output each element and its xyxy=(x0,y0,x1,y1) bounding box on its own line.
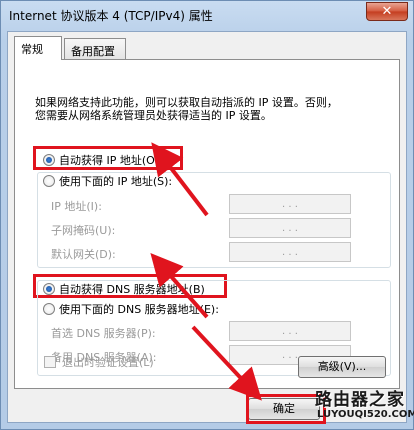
ip-address-label: IP 地址(I): xyxy=(51,200,102,213)
watermark-logo: 路由器之家 LUYOUQI520.COM xyxy=(315,385,414,429)
description-line-1: 如果网络支持此功能，则可以获取自动指派的 IP 设置。否则， xyxy=(35,96,338,109)
preferred-dns-label: 首选 DNS 服务器(P): xyxy=(51,327,156,340)
validate-settings-row[interactable]: 退出时验证设置(L) xyxy=(44,354,154,370)
manual-ip-radio[interactable] xyxy=(43,175,55,187)
preferred-dns-field[interactable]: . . . xyxy=(229,321,351,341)
subnet-mask-field[interactable]: . . . xyxy=(229,218,351,238)
watermark-title: 路由器之家 xyxy=(315,390,405,410)
validate-settings-label: 退出时验证设置(L) xyxy=(62,356,154,369)
ip-address-field-dots: . . . xyxy=(282,198,298,210)
advanced-button[interactable]: 高级(V)... xyxy=(298,356,386,378)
manual-dns-radio[interactable] xyxy=(43,303,55,315)
title-bar: Internet 协议版本 4 (TCP/IPv4) 属性 ✕ xyxy=(1,1,413,29)
close-button[interactable]: ✕ xyxy=(366,2,408,21)
auto-ip-highlight-box xyxy=(33,146,183,170)
manual-ip-label: 使用下面的 IP 地址(S): xyxy=(59,175,173,188)
manual-dns-radio-row[interactable]: 使用下面的 DNS 服务器地址(E): xyxy=(43,301,223,317)
preferred-dns-field-dots: . . . xyxy=(282,325,298,337)
ip-address-field[interactable]: . . . xyxy=(229,194,351,214)
description-text: 如果网络支持此功能，则可以获取自动指派的 IP 设置。否则， 您需要从网络系统管… xyxy=(35,96,385,122)
validate-settings-checkbox[interactable] xyxy=(44,356,56,368)
properties-window: Internet 协议版本 4 (TCP/IPv4) 属性 ✕ 常规 备用配置 … xyxy=(0,0,414,430)
subnet-mask-field-dots: . . . xyxy=(282,222,298,234)
alternate-dns-field-dots: . . . xyxy=(282,349,298,361)
manual-ip-radio-row[interactable]: 使用下面的 IP 地址(S): xyxy=(43,173,177,189)
ok-highlight-box xyxy=(246,394,326,424)
description-line-2: 您需要从网络系统管理员处获得适当的 IP 设置。 xyxy=(35,109,272,122)
subnet-mask-label: 子网掩码(U): xyxy=(51,224,116,237)
tab-panel-general: 如果网络支持此功能，则可以获取自动指派的 IP 设置。否则， 您需要从网络系统管… xyxy=(14,59,400,389)
window-title: Internet 协议版本 4 (TCP/IPv4) 属性 xyxy=(9,9,213,23)
default-gateway-field-dots: . . . xyxy=(282,246,298,258)
tab-general[interactable]: 常规 xyxy=(14,36,62,60)
dialog-client-area: 常规 备用配置 如果网络支持此功能，则可以获取自动指派的 IP 设置。否则， 您… xyxy=(7,31,407,424)
watermark-url: LUYOUQI520.COM xyxy=(317,409,414,420)
close-icon: ✕ xyxy=(381,4,393,19)
manual-dns-label: 使用下面的 DNS 服务器地址(E): xyxy=(59,303,219,316)
default-gateway-field[interactable]: . . . xyxy=(229,242,351,262)
default-gateway-label: 默认网关(D): xyxy=(51,248,116,261)
tab-alternate-config[interactable]: 备用配置 xyxy=(64,38,126,60)
